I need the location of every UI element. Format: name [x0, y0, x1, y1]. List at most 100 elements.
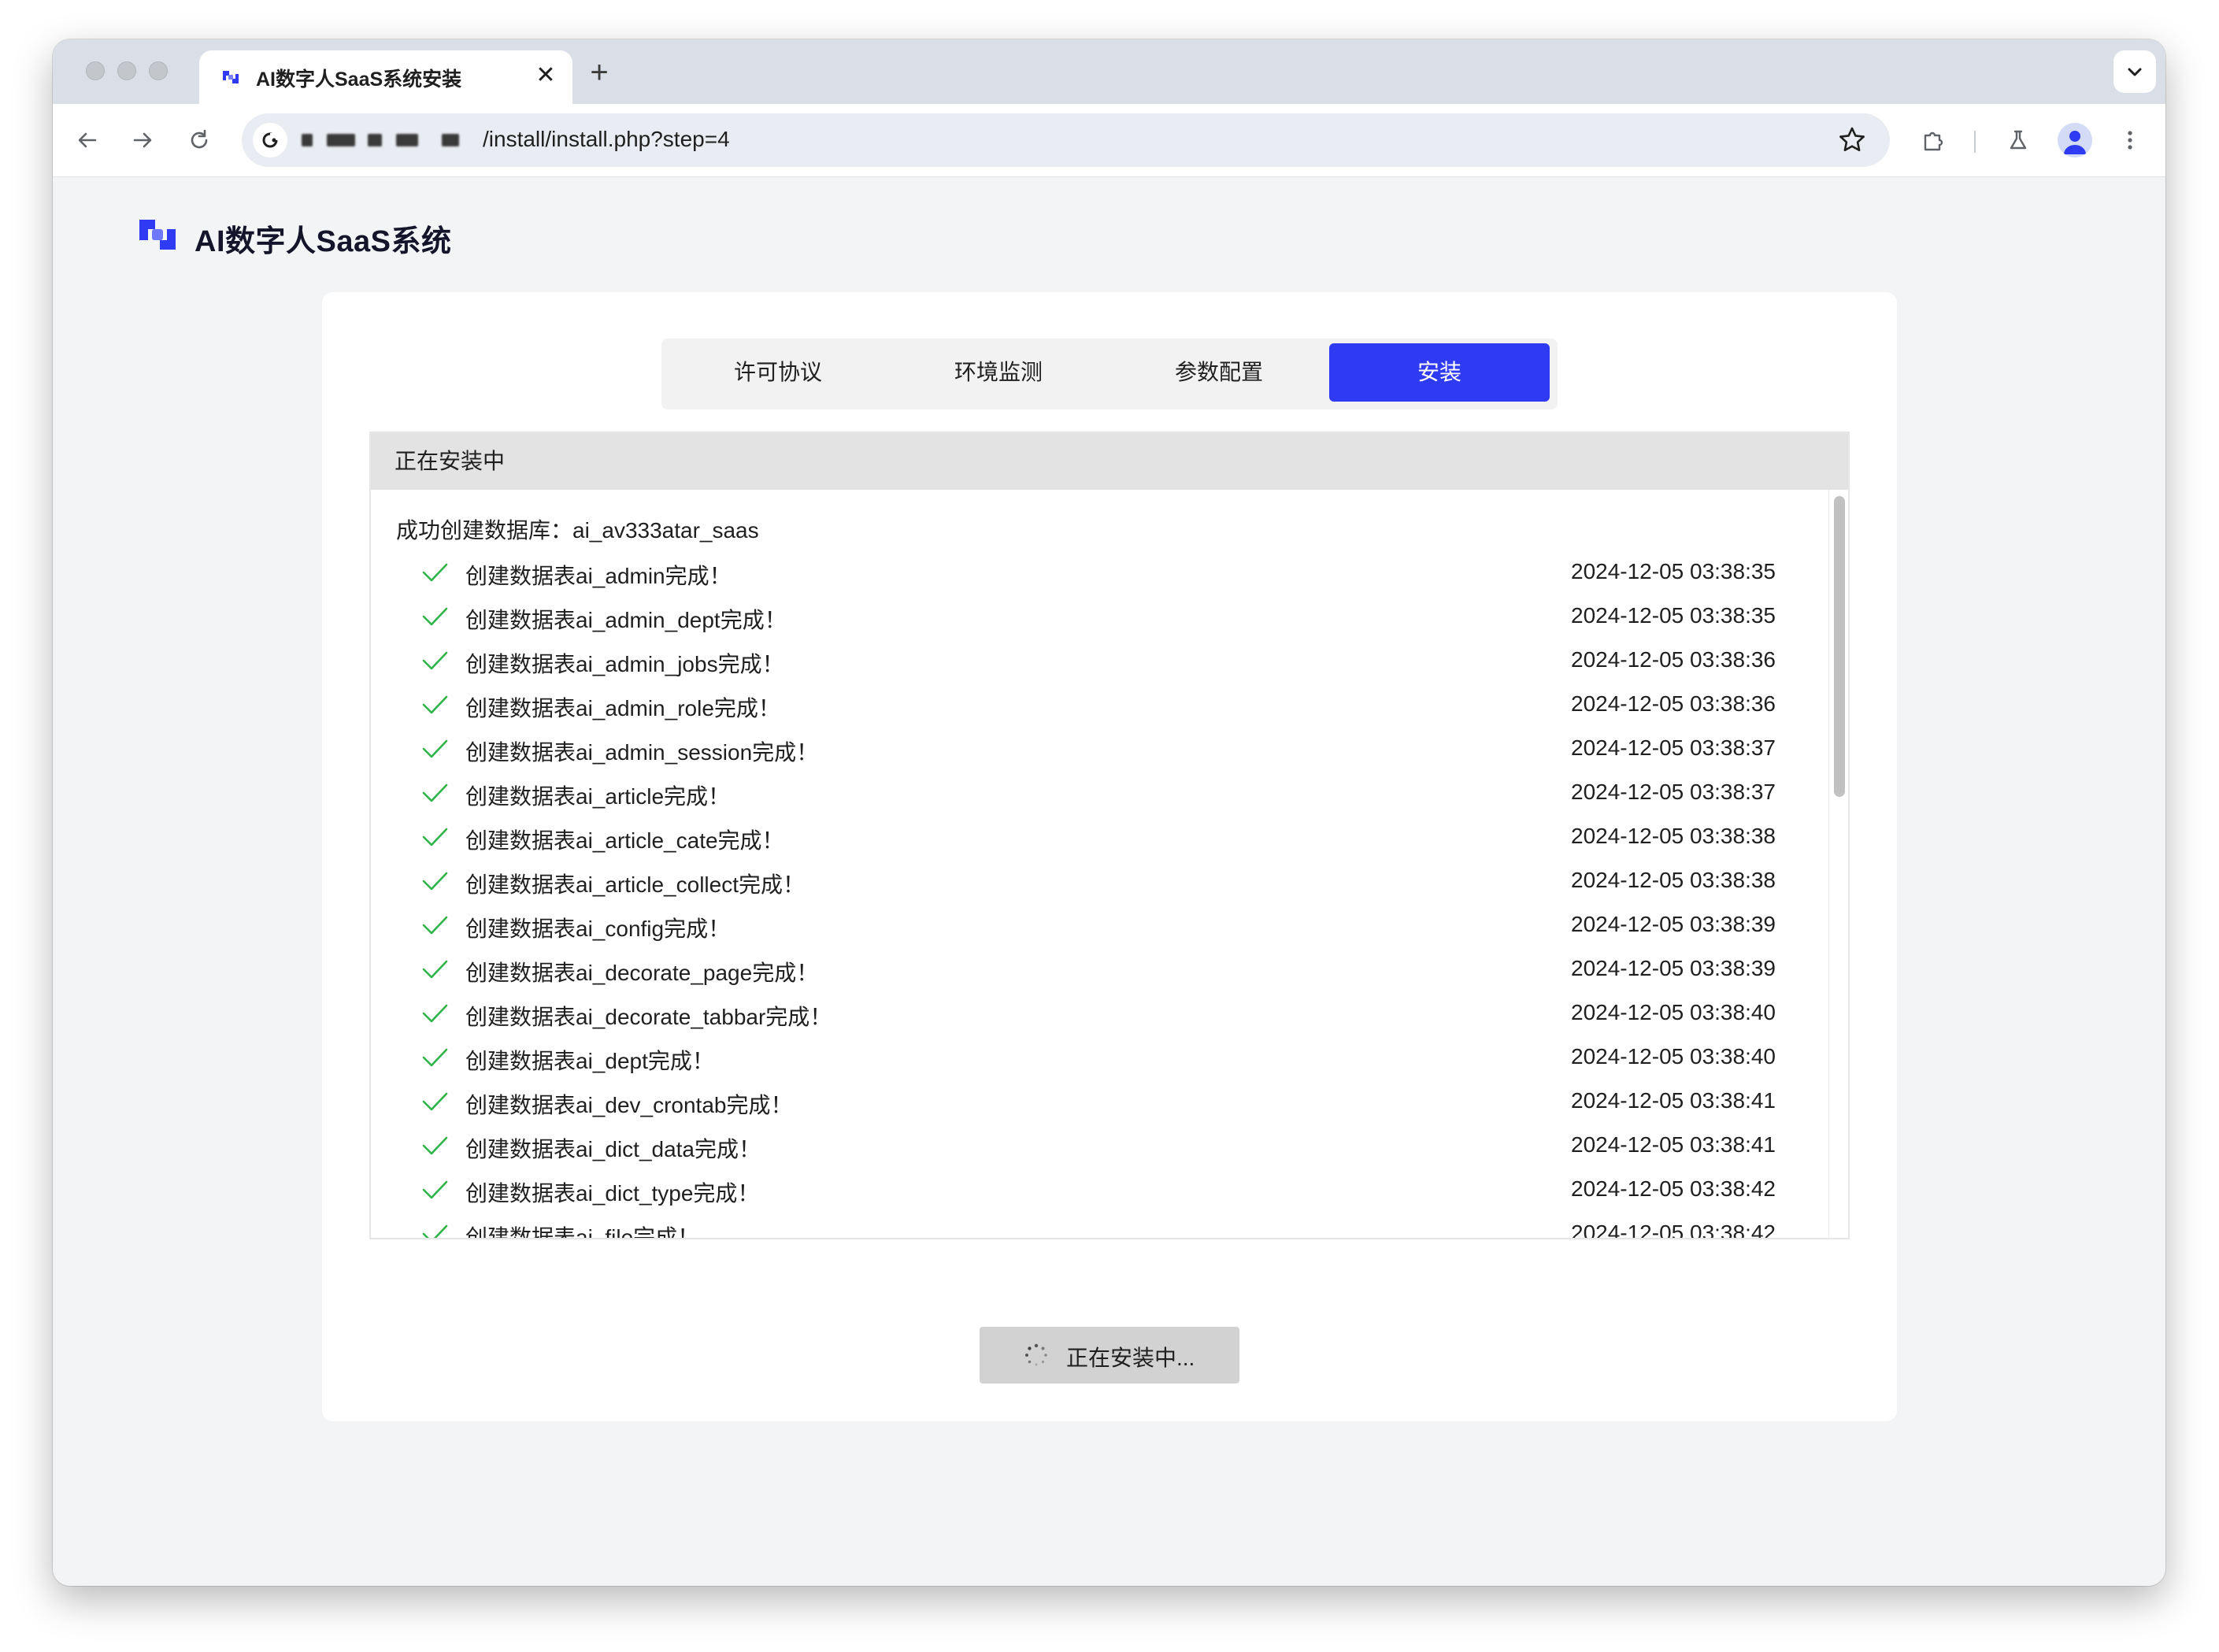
log-entry-time: 2024-12-05 03:38:35	[1571, 559, 1776, 583]
log-entry-time: 2024-12-05 03:38:42	[1571, 1220, 1776, 1238]
log-entry-message: 创建数据表ai_admin_session完成！	[465, 740, 819, 765]
log-scrollbar[interactable]	[1828, 490, 1848, 1238]
tab-title: AI数字人SaaS系统安装	[256, 69, 462, 91]
check-icon	[422, 1048, 448, 1067]
log-entry-message: 创建数据表ai_config完成！	[465, 917, 731, 941]
log-entry-time: 2024-12-05 03:38:39	[1571, 912, 1776, 936]
install-log-panel: 正在安装中 成功创建数据库：ai_av333atar_saas 创建数据表ai_…	[369, 432, 1850, 1239]
log-entry-message: 创建数据表ai_admin完成！	[465, 564, 732, 588]
step-install[interactable]: 安装	[1329, 343, 1550, 402]
log-entry-time: 2024-12-05 03:38:36	[1571, 691, 1776, 716]
log-entry: 创建数据表ai_article完成！ 2024-12-05 03:38:37	[371, 770, 1831, 814]
check-icon	[422, 1136, 448, 1155]
tab-strip: AI数字人SaaS系统安装 ✕ +	[53, 39, 2165, 104]
new-tab-button[interactable]: +	[582, 57, 617, 91]
more-icon[interactable]	[2111, 121, 2149, 159]
log-entry-time: 2024-12-05 03:38:40	[1571, 1000, 1776, 1024]
minimize-window-button[interactable]	[117, 61, 136, 80]
extensions-icon[interactable]	[1914, 121, 1952, 159]
log-entry: 创建数据表ai_admin_jobs完成！ 2024-12-05 03:38:36	[371, 638, 1831, 682]
zoom-window-button[interactable]	[149, 61, 168, 80]
log-scrollbar-thumb[interactable]	[1834, 496, 1845, 797]
toolbar-divider	[1974, 131, 1976, 153]
check-icon	[422, 1092, 448, 1111]
log-entry: 创建数据表ai_article_collect完成！ 2024-12-05 03:…	[371, 858, 1831, 902]
log-entry-message: 创建数据表ai_article_collect完成！	[465, 872, 805, 897]
check-icon	[422, 563, 448, 582]
log-entry: 创建数据表ai_dept完成！ 2024-12-05 03:38:40	[371, 1035, 1831, 1079]
reload-icon[interactable]	[180, 121, 218, 159]
check-icon	[422, 960, 448, 979]
log-entry-time: 2024-12-05 03:38:38	[1571, 824, 1776, 848]
log-entry-time: 2024-12-05 03:38:41	[1571, 1132, 1776, 1157]
log-entry: 创建数据表ai_admin完成！ 2024-12-05 03:38:35	[371, 550, 1831, 594]
log-entry: 创建数据表ai_admin_dept完成！ 2024-12-05 03:38:35	[371, 594, 1831, 638]
check-icon	[422, 828, 448, 846]
url-host-redacted	[302, 131, 475, 150]
log-entry-time: 2024-12-05 03:38:37	[1571, 780, 1776, 804]
log-entry-time: 2024-12-05 03:38:40	[1571, 1044, 1776, 1069]
url-text[interactable]: /install/install.php?step=4	[483, 127, 730, 152]
step-environment-check[interactable]: 环境监测	[888, 343, 1109, 402]
log-entry: 创建数据表ai_file完成！ 2024-12-05 03:38:42	[371, 1211, 1831, 1238]
log-entry-time: 2024-12-05 03:38:38	[1571, 868, 1776, 892]
address-bar[interactable]: /install/install.php?step=4	[242, 113, 1890, 167]
install-card: 许可协议 环境监测 参数配置 安装 正在安装中 成功创建数据库：ai_av333…	[322, 292, 1897, 1421]
log-entry: 创建数据表ai_admin_session完成！ 2024-12-05 03:38…	[371, 726, 1831, 770]
log-entry-message: 创建数据表ai_dev_crontab完成！	[465, 1093, 793, 1117]
log-entry-message: 创建数据表ai_dict_data完成！	[465, 1137, 761, 1161]
installing-button-label: 正在安装中...	[1066, 1346, 1195, 1370]
log-entry-message: 创建数据表ai_article_cate完成！	[465, 828, 784, 853]
tab-search-icon[interactable]	[2113, 50, 2156, 93]
browser-window: AI数字人SaaS系统安装 ✕ + /install/install.php?s…	[53, 39, 2165, 1586]
check-icon	[422, 872, 448, 891]
log-entry-message: 创建数据表ai_admin_jobs完成！	[465, 652, 784, 676]
check-icon	[422, 1224, 448, 1238]
log-entry-time: 2024-12-05 03:38:35	[1571, 603, 1776, 628]
db-created-message: 成功创建数据库：ai_av333atar_saas	[396, 518, 759, 543]
browser-tab[interactable]: AI数字人SaaS系统安装 ✕	[199, 50, 572, 104]
page-content: AI数字人SaaS系统 许可协议 环境监测 参数配置 安装 正在安装中 成功创建…	[53, 177, 2165, 1586]
check-icon	[422, 739, 448, 758]
star-icon[interactable]	[1836, 124, 1868, 156]
log-header: 正在安装中	[371, 433, 1848, 490]
log-entry-message: 创建数据表ai_dept完成！	[465, 1049, 714, 1073]
forward-icon[interactable]	[124, 121, 161, 159]
log-entry-message: 创建数据表ai_dict_type完成！	[465, 1181, 760, 1206]
close-window-button[interactable]	[86, 61, 105, 80]
installing-button[interactable]: 正在安装中...	[980, 1327, 1239, 1383]
install-steps: 许可协议 环境监测 参数配置 安装	[661, 339, 1558, 409]
log-list[interactable]: 成功创建数据库：ai_av333atar_saas 创建数据表ai_admin完…	[371, 490, 1831, 1238]
log-entry-time: 2024-12-05 03:38:41	[1571, 1088, 1776, 1113]
check-icon	[422, 695, 448, 714]
log-entry-time: 2024-12-05 03:38:37	[1571, 735, 1776, 760]
log-entry-message: 创建数据表ai_decorate_tabbar完成！	[465, 1005, 832, 1029]
log-entry-message: 创建数据表ai_admin_role完成！	[465, 696, 780, 720]
back-icon[interactable]	[69, 121, 106, 159]
log-entry: 创建数据表ai_article_cate完成！ 2024-12-05 03:38:…	[371, 814, 1831, 858]
log-entry: 创建数据表ai_dev_crontab完成！ 2024-12-05 03:38:4…	[371, 1079, 1831, 1123]
check-icon	[422, 607, 448, 626]
check-icon	[422, 1004, 448, 1023]
check-icon	[422, 651, 448, 670]
check-icon	[422, 916, 448, 935]
log-entry-message: 创建数据表ai_decorate_page完成！	[465, 961, 819, 985]
profile-icon[interactable]	[2058, 123, 2092, 157]
check-icon	[422, 1180, 448, 1199]
log-entry: 创建数据表ai_dict_data完成！ 2024-12-05 03:38:41	[371, 1123, 1831, 1167]
log-entry: 创建数据表ai_dict_type完成！ 2024-12-05 03:38:42	[371, 1167, 1831, 1211]
brand-name: AI数字人SaaS系统	[194, 225, 452, 258]
tab-close-icon[interactable]: ✕	[530, 60, 561, 91]
labs-icon[interactable]	[1999, 121, 2037, 159]
favicon-icon	[223, 71, 239, 83]
site-info-icon[interactable]	[253, 123, 287, 157]
log-entry-time: 2024-12-05 03:38:42	[1571, 1176, 1776, 1201]
browser-toolbar: /install/install.php?step=4	[53, 104, 2165, 177]
log-entry-time: 2024-12-05 03:38:39	[1571, 956, 1776, 980]
log-entry-message: 创建数据表ai_admin_dept完成！	[465, 608, 787, 632]
brand-logo-icon	[139, 220, 176, 250]
loading-spinner-icon	[1025, 1343, 1047, 1366]
step-parameter-config[interactable]: 参数配置	[1109, 343, 1329, 402]
step-license[interactable]: 许可协议	[668, 343, 888, 402]
log-entry-time: 2024-12-05 03:38:36	[1571, 647, 1776, 672]
